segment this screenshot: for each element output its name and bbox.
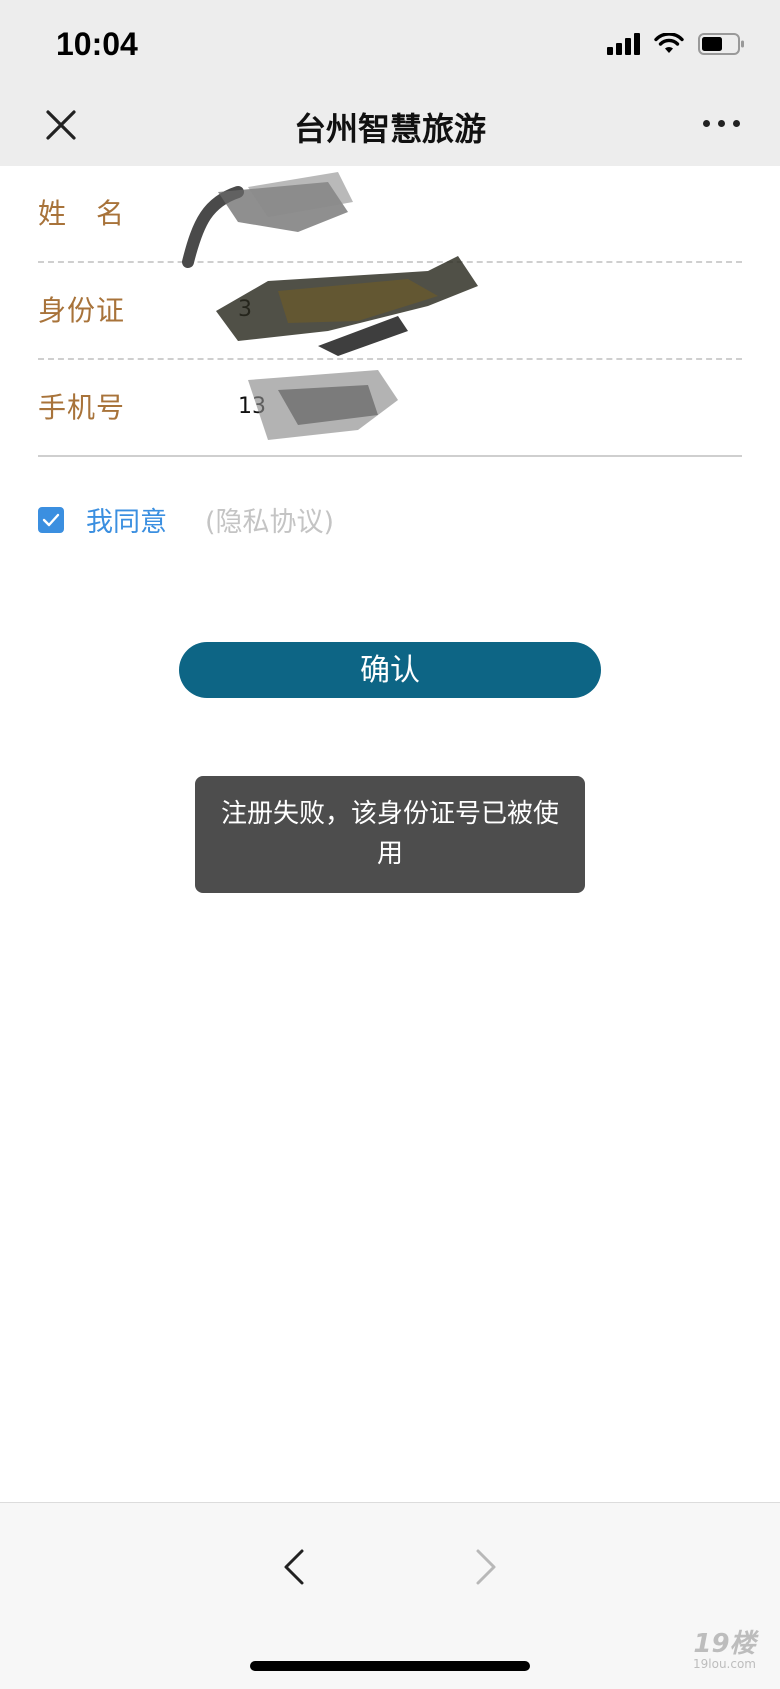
status-bar: 10:04: [0, 0, 780, 90]
more-options-icon[interactable]: [703, 120, 740, 127]
page-title: 台州智慧旅游: [293, 110, 486, 148]
checkmark-icon: [42, 513, 60, 526]
back-button[interactable]: [282, 1547, 306, 1591]
watermark-brand: 19楼: [693, 1629, 756, 1659]
wifi-icon: [654, 33, 684, 55]
battery-icon: [698, 32, 746, 56]
forward-button[interactable]: [474, 1547, 498, 1591]
name-label: 姓 名: [38, 197, 126, 230]
agreement-row: 我同意 (隐私协议): [38, 500, 334, 539]
chevron-right-icon: [476, 1549, 496, 1585]
status-icons: [607, 32, 746, 56]
watermark-logo: 19楼 19lou.com: [693, 1631, 756, 1671]
id-card-row: 身份证 3: [38, 256, 742, 360]
name-row: 姓 名: [38, 166, 742, 268]
home-indicator: [250, 1661, 530, 1671]
phone-row: 手机号 13: [38, 360, 742, 457]
id-card-input[interactable]: 3: [238, 285, 718, 335]
status-time: 10:04: [56, 26, 138, 62]
chevron-left-icon: [284, 1549, 304, 1585]
cellular-signal-icon: [607, 33, 640, 55]
error-toast: 注册失败，该身份证号已被使用: [195, 776, 585, 893]
confirm-button[interactable]: 确认: [179, 642, 601, 698]
registration-form: 姓 名 身份证 3 手机号 13: [38, 166, 742, 457]
privacy-policy-link[interactable]: (隐私协议): [205, 500, 334, 539]
id-card-label: 身份证: [38, 294, 126, 327]
agree-label[interactable]: 我同意: [86, 500, 167, 539]
phone-label: 手机号: [38, 391, 126, 424]
phone-input[interactable]: 13: [238, 382, 718, 432]
name-input[interactable]: [238, 188, 718, 238]
watermark-domain: 19lou.com: [693, 1657, 756, 1671]
nav-bar: 台州智慧旅游: [0, 90, 780, 166]
bottom-toolbar: 19楼 19lou.com: [0, 1502, 780, 1689]
agree-checkbox[interactable]: [38, 506, 64, 533]
